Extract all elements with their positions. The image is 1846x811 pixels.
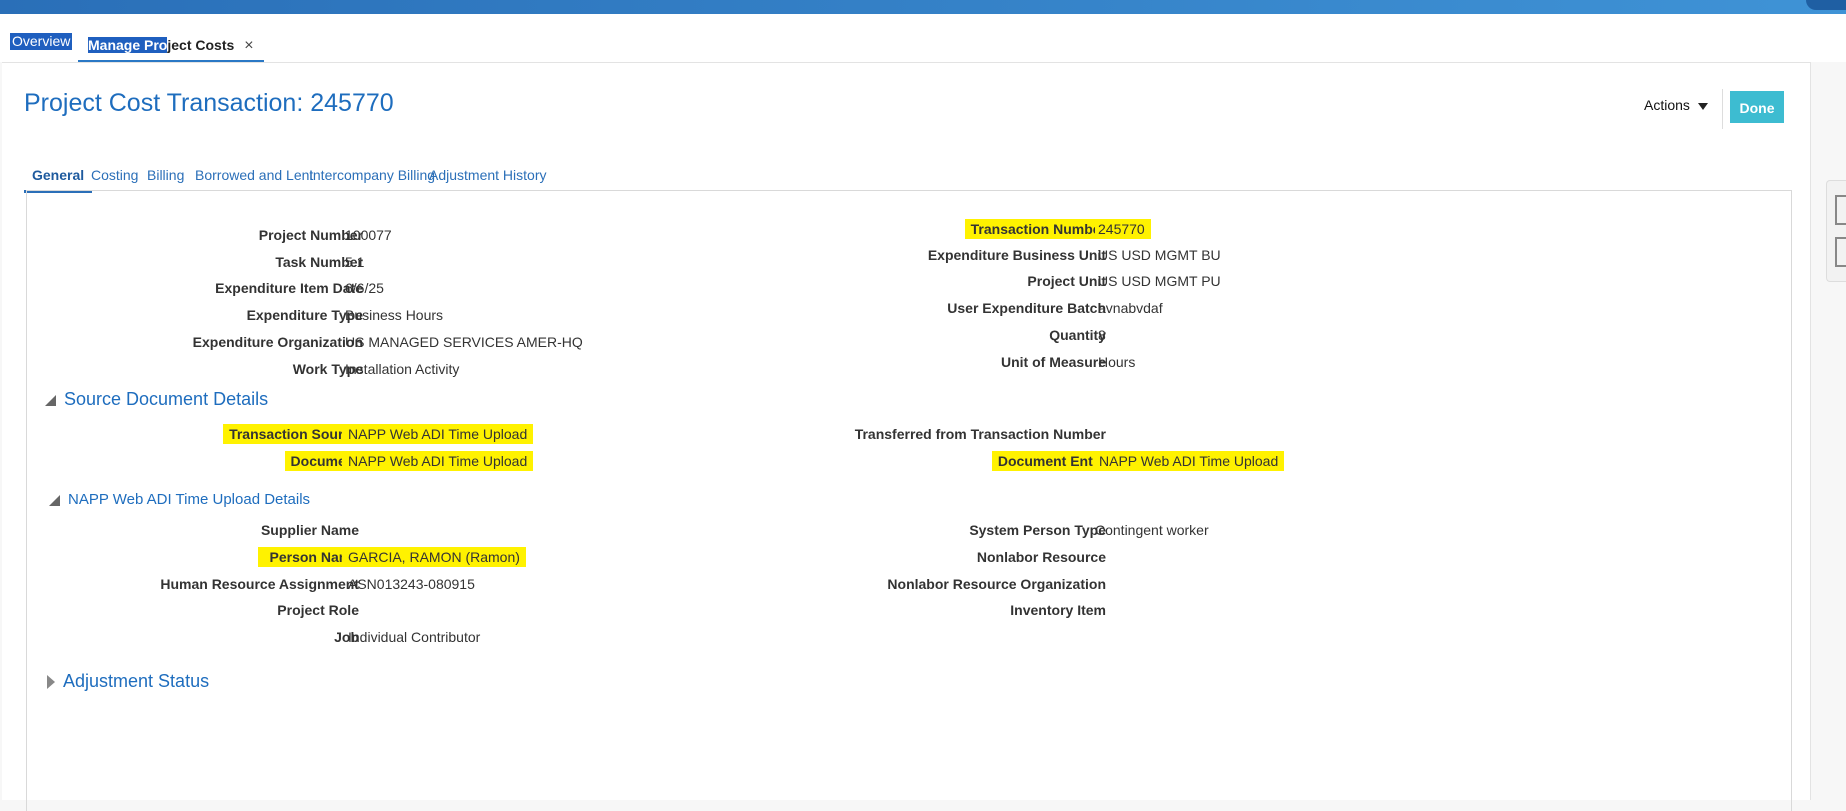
adjustment-status-header[interactable]: Adjustment Status bbox=[47, 671, 209, 692]
field-label-highlighted: Transaction Number bbox=[964, 219, 1112, 239]
general-content: Project Number 100077 Task Number 5.1 Ex… bbox=[26, 190, 1792, 811]
field-label-highlighted: Document Entry bbox=[991, 451, 1109, 471]
header-notch bbox=[1806, 0, 1846, 10]
field-value: Hours bbox=[1098, 354, 1136, 370]
panel-drawer-icon[interactable] bbox=[1835, 195, 1846, 225]
section-title: Adjustment Status bbox=[63, 671, 210, 691]
expand-icon bbox=[47, 675, 55, 690]
field-value: US MANAGED SERVICES AMER-HQ bbox=[345, 334, 583, 350]
right-side-dock bbox=[1826, 180, 1846, 282]
actions-menu-button[interactable]: Actions bbox=[1644, 97, 1708, 113]
field-value-highlighted: NAPP Web ADI Time Upload bbox=[1093, 451, 1285, 471]
field-label: Nonlabor Resource bbox=[976, 549, 1106, 565]
field-value: US USD MGMT BU bbox=[1098, 247, 1221, 263]
field-label-highlighted: Transaction Source bbox=[223, 424, 359, 444]
field-value: ASN013243-080915 bbox=[348, 576, 475, 592]
field-label: Nonlabor Resource Organization bbox=[887, 576, 1106, 592]
field-label: Project Role bbox=[277, 602, 359, 618]
field-label: Expenditure Organization bbox=[192, 334, 363, 350]
tab-costing[interactable]: Costing bbox=[91, 160, 138, 190]
field-value: Contingent worker bbox=[1095, 522, 1209, 538]
main-panel: Project Cost Transaction: 245770 Actions… bbox=[2, 62, 1811, 811]
napp-details-header[interactable]: NAPP Web ADI Time Upload Details bbox=[49, 491, 310, 508]
tab-adjustment-history[interactable]: Adjustment History bbox=[429, 160, 546, 190]
top-header-bar bbox=[0, 0, 1846, 14]
caret-down-icon bbox=[1697, 102, 1708, 110]
field-value: 100077 bbox=[345, 227, 392, 243]
field-value: avnabvdaf bbox=[1098, 300, 1163, 316]
field-label: Transferred from Transaction Number bbox=[854, 426, 1106, 442]
source-document-details-header[interactable]: Source Document Details bbox=[45, 389, 268, 410]
collapse-icon bbox=[45, 394, 56, 406]
tab-general[interactable]: General bbox=[24, 160, 93, 193]
tab-overview[interactable]: Overview bbox=[10, 33, 73, 50]
collapse-icon bbox=[49, 494, 60, 506]
field-label: Human Resource Assignment bbox=[160, 576, 359, 592]
field-value: Individual Contributor bbox=[348, 629, 481, 645]
field-value-highlighted: NAPP Web ADI Time Upload bbox=[342, 451, 534, 471]
field-label: Unit of Measure bbox=[1000, 354, 1106, 370]
field-label: Project Unit bbox=[1027, 273, 1106, 289]
tab-billing[interactable]: Billing bbox=[147, 160, 184, 190]
field-label: System Person Type bbox=[969, 522, 1106, 538]
section-title: NAPP Web ADI Time Upload Details bbox=[68, 491, 311, 508]
field-value: Business Hours bbox=[345, 307, 444, 323]
field-value-highlighted: NAPP Web ADI Time Upload bbox=[342, 424, 534, 444]
close-icon[interactable]: × bbox=[244, 37, 253, 54]
chart-drawer-icon[interactable] bbox=[1835, 237, 1846, 267]
tab-borrowed-and-lent[interactable]: Borrowed and Lent bbox=[195, 160, 313, 190]
page-tab-bar: Overview Manage Project Costs × bbox=[0, 14, 1846, 63]
field-value: US USD MGMT PU bbox=[1098, 273, 1221, 289]
done-button[interactable]: Done bbox=[1730, 91, 1784, 123]
field-label: Inventory Item bbox=[1010, 602, 1106, 618]
page-title: Project Cost Transaction: 245770 bbox=[24, 89, 394, 117]
tab-label-selected-part: Manage Pro bbox=[88, 37, 168, 53]
toolbar-separator bbox=[1722, 89, 1723, 129]
tab-intercompany-billing[interactable]: Intercompany Billing bbox=[309, 160, 435, 190]
field-value-highlighted: 245770 bbox=[1095, 219, 1151, 239]
field-label: Supplier Name bbox=[260, 522, 359, 538]
field-label: User Expenditure Batch bbox=[947, 300, 1106, 316]
field-label: Expenditure Business Unit bbox=[927, 247, 1106, 263]
field-value: 8 bbox=[1098, 327, 1106, 343]
field-value: 5.1 bbox=[345, 254, 365, 270]
actions-label: Actions bbox=[1644, 97, 1690, 113]
field-label: Expenditure Item Date bbox=[215, 280, 363, 296]
tab-label-rest: ject Costs bbox=[167, 37, 235, 53]
field-value-highlighted: GARCIA, RAMON (Ramon) bbox=[342, 547, 526, 567]
field-value: Installation Activity bbox=[345, 361, 460, 377]
field-value: 6/6/25 bbox=[345, 280, 384, 296]
tab-manage-project-costs[interactable]: Manage Project Costs × bbox=[78, 28, 264, 63]
section-title: Source Document Details bbox=[64, 389, 269, 409]
